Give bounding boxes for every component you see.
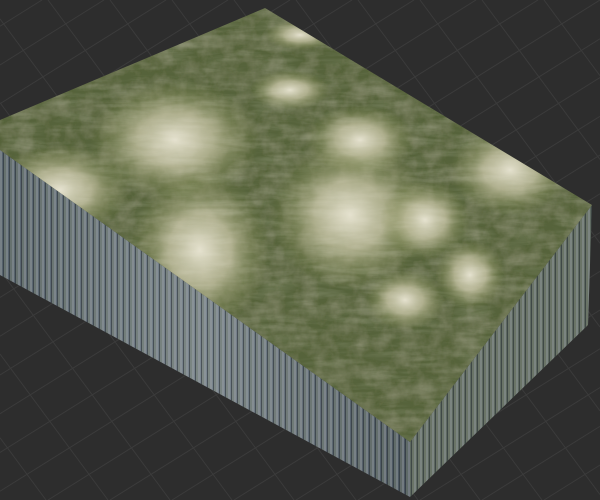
terrain-mesh[interactable] (0, 0, 600, 500)
3d-viewport[interactable] (0, 0, 600, 500)
